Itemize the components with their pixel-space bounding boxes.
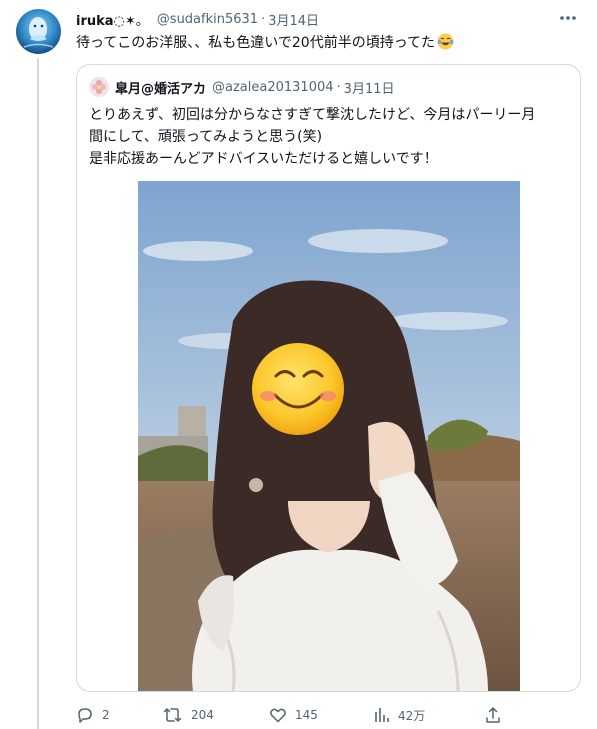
tweet-header: iruka◌✶。 @sudafkin5631 · 3月14日 xyxy=(76,9,319,29)
share-upload-icon xyxy=(486,707,500,723)
smiley-sticker xyxy=(252,343,344,435)
flower-avatar-icon xyxy=(89,77,109,97)
quoted-tweet-date: 3月11日 xyxy=(343,81,395,97)
quoted-tweet-text: とりあえず、初回は分からなさすぎて撃沈したけど、今月はパーリー月 間にして、頑張… xyxy=(89,104,571,170)
quoted-header-separator: · xyxy=(336,79,341,95)
author-handle[interactable]: @sudafkin5631 xyxy=(157,12,258,27)
reply-icon xyxy=(78,708,92,723)
tweet: iruka◌✶。 @sudafkin5631 · 3月14日 待ってこのお洋服、… xyxy=(0,0,597,729)
more-horizontal-icon xyxy=(560,16,576,20)
laughing-tears-emoji-icon xyxy=(437,33,454,50)
retweet-icon xyxy=(163,708,182,722)
author-display-suffix: ◌✶。 xyxy=(113,13,149,29)
tweet-text: 待ってこのお洋服、、私も色違いで20代前半の頃持ってた xyxy=(76,33,454,53)
quoted-author-avatar xyxy=(89,77,109,97)
header-separator: · xyxy=(261,11,266,27)
author-avatar[interactable] xyxy=(16,9,61,54)
more-options-button[interactable] xyxy=(557,8,579,28)
share-button[interactable] xyxy=(484,705,502,725)
reply-button[interactable]: 2 xyxy=(76,705,110,725)
quoted-tweet-header: 皐月@婚活アカ @azalea20131004 · 3月11日 xyxy=(89,77,395,97)
views-count: 42万 xyxy=(398,708,426,723)
tweet-text-body: 待ってこのお洋服、、私も色違いで20代前半の頃持ってた xyxy=(76,35,435,51)
quoted-author-handle: @azalea20131004 xyxy=(212,79,334,95)
retweet-count: 204 xyxy=(191,708,214,722)
dolphin-avatar-icon xyxy=(16,9,61,54)
author-display-name[interactable]: iruka◌✶。 xyxy=(76,10,149,29)
reply-count: 2 xyxy=(102,708,110,722)
heart-icon xyxy=(270,708,286,723)
quoted-text-line: 是非応援あーんどアドバイスいただけると嬉しいです！ xyxy=(89,151,438,167)
quoted-author-display-name: 皐月@婚活アカ xyxy=(115,81,207,97)
selfie-photo xyxy=(138,181,520,691)
quoted-text-line: 間にして、頑張ってみようと思う(笑) xyxy=(89,129,323,145)
like-button[interactable]: 145 xyxy=(269,705,318,725)
quoted-tweet-card[interactable]: 皐月@婚活アカ @azalea20131004 · 3月11日 とりあえず、初回… xyxy=(76,64,581,692)
quoted-tweet-photo[interactable] xyxy=(138,181,520,691)
tweet-date[interactable]: 3月14日 xyxy=(268,10,319,29)
quoted-text-line: とりあえず、初回は分からなさすぎて撃沈したけど、今月はパーリー月 xyxy=(89,107,536,123)
like-count: 145 xyxy=(295,708,318,722)
views-button[interactable]: 42万 xyxy=(374,705,425,725)
analytics-bars-icon xyxy=(375,708,389,722)
thread-line xyxy=(37,58,39,729)
action-bar: 2 204 145 42万 xyxy=(76,705,506,725)
retweet-button[interactable]: 204 xyxy=(163,705,214,725)
